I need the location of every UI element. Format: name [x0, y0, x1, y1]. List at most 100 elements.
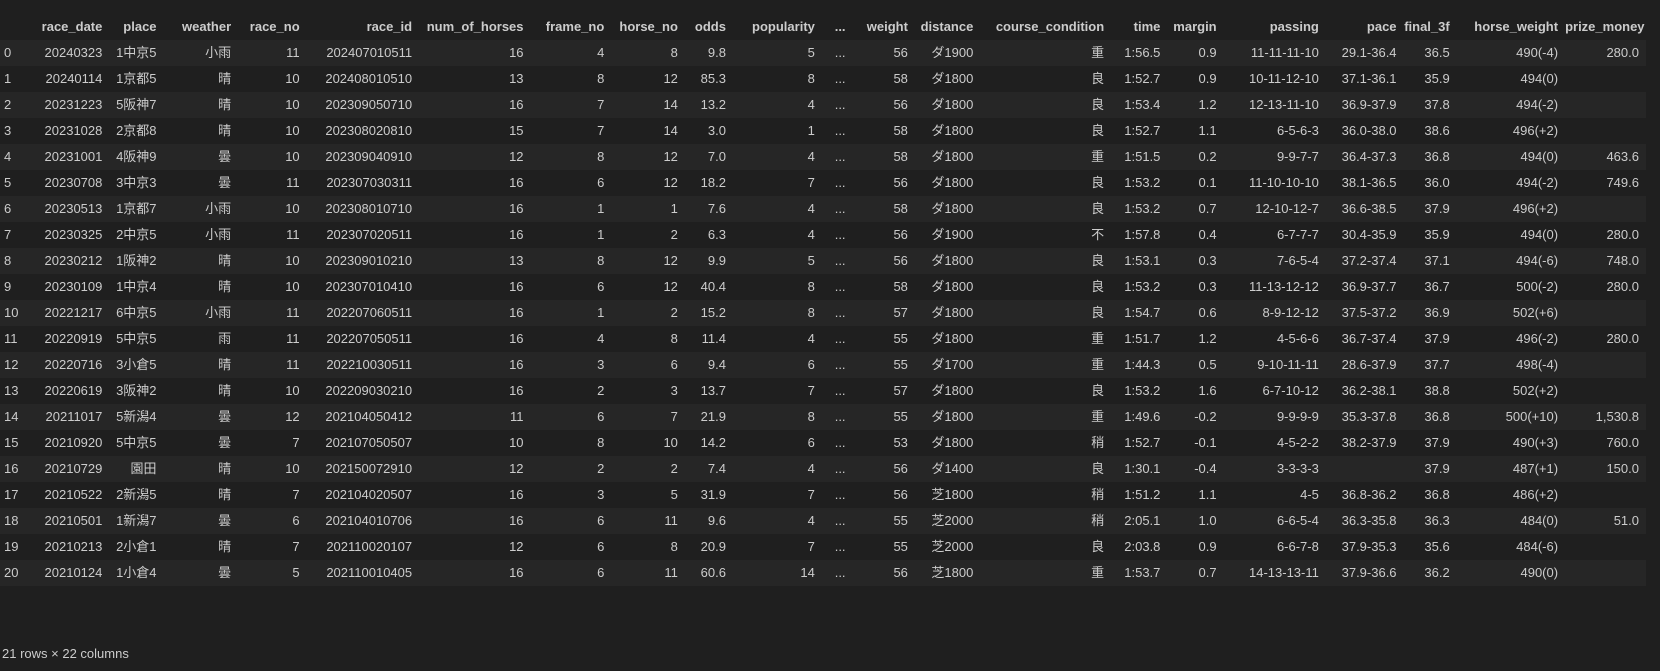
table-cell: ...	[834, 487, 846, 502]
table-cell: 0.7	[1198, 565, 1217, 580]
table-cell	[1326, 456, 1404, 482]
table-cell: 280.0	[1606, 227, 1639, 242]
table-cell: 11	[286, 227, 300, 242]
table-cell: 35.9	[1424, 71, 1450, 86]
table-cell: ...	[834, 357, 846, 372]
table-cell: 20240114	[45, 71, 103, 86]
table-cell: 良	[1091, 123, 1105, 138]
table-row: 17 20210522 2新潟5 晴 7 202104020507 16 3 5 31.9 7...…	[0, 482, 1646, 508]
table-cell: 12-13-11-10	[1248, 97, 1319, 112]
table-cell: ...	[834, 149, 846, 164]
table-cell: 1:53.2	[1124, 383, 1161, 398]
table-cell: 8-9-12-12	[1262, 305, 1319, 320]
table-cell: 6	[597, 175, 605, 190]
table-cell: 16	[509, 357, 524, 372]
row-index: 14	[4, 409, 19, 424]
table-cell: ...	[834, 565, 846, 580]
table-cell: ...	[834, 435, 846, 450]
row-index: 3	[4, 123, 12, 138]
table-cell: 1:52.7	[1124, 123, 1161, 138]
table-cell: 20230325	[44, 227, 103, 242]
table-cell: 6中京5	[116, 305, 157, 320]
table-cell: 494(0)	[1520, 149, 1559, 164]
table-cell: 8	[597, 149, 605, 164]
table-cell: 1.0	[1198, 513, 1217, 528]
table-cell: 58	[893, 71, 908, 86]
table-cell: 重	[1091, 331, 1105, 346]
table-cell: 3	[670, 383, 678, 398]
column-header: frame_no	[545, 19, 605, 34]
table-cell: ダ1800	[931, 435, 974, 450]
table-cell: 4	[597, 331, 605, 346]
table-cell: 6	[597, 539, 605, 554]
table-cell: 3	[597, 357, 605, 372]
table-cell: 760.0	[1606, 435, 1639, 450]
table-cell: ダ1800	[931, 97, 974, 112]
table-cell: 16	[509, 201, 524, 216]
table-cell: 16	[509, 175, 524, 190]
table-cell: 484(-6)	[1516, 539, 1559, 554]
table-row: 12 20220716 3小倉5 晴 11 202210030511 16 3 6 9.4 6...…	[0, 352, 1646, 378]
table-cell: 9-9-9-9	[1276, 409, 1319, 424]
table-cell: 37.9	[1424, 435, 1450, 450]
row-index: 11	[4, 331, 18, 346]
table-cell: 5	[292, 565, 300, 580]
table-cell: 13	[509, 253, 524, 268]
table-cell: 37.9	[1424, 331, 1450, 346]
table-cell: 1:56.5	[1124, 45, 1161, 60]
table-cell: 晴	[218, 279, 232, 294]
table-cell: 12	[285, 409, 300, 424]
table-cell: 14	[663, 123, 678, 138]
table-cell: 18.2	[700, 175, 726, 190]
table-cell: 4	[807, 149, 815, 164]
row-index: 15	[4, 435, 19, 450]
table-cell: 1京都5	[116, 71, 157, 86]
table-cell: 8	[807, 279, 815, 294]
column-header: pace	[1366, 19, 1397, 34]
table-cell: 202110020107	[326, 539, 413, 554]
dataframe-table: race_date place weather race_no race_id …	[0, 14, 1646, 586]
table-row: 20 20210124 1小倉4 曇 5 202110010405 16 6 11 60.6 14.…	[0, 560, 1646, 586]
table-cell: 5	[807, 45, 815, 60]
table-cell: 晴	[218, 97, 232, 112]
table-cell: 57	[893, 305, 908, 320]
table-row: 9 20230109 1中京4 晴 10 202307010410 16 6 12 40.4 8..…	[0, 274, 1646, 300]
table-row: 16 20210729 園田 晴 10 202150072910 12 2 2 7.4 4... 56…	[0, 456, 1646, 482]
table-cell: 1新潟7	[116, 513, 157, 528]
table-cell: 202309010210	[325, 253, 413, 268]
table-cell: 10	[285, 97, 300, 112]
table-cell: 12	[509, 539, 524, 554]
table-row: 10 20221217 6中京5 小雨 11 202207060511 16 1 2 15.2 8.…	[0, 300, 1646, 326]
table-cell: 1:54.7	[1124, 305, 1161, 320]
table-cell: 20221217	[44, 305, 103, 320]
table-cell: 4-5	[1300, 487, 1319, 502]
table-cell: 1:53.2	[1124, 279, 1161, 294]
table-cell: 20231001	[44, 149, 103, 164]
table-cell: -0.1	[1194, 435, 1217, 450]
table-cell: 4	[807, 201, 815, 216]
table-cell: 14.2	[700, 435, 726, 450]
table-cell: 良	[1091, 201, 1105, 216]
table-cell: 56	[893, 461, 908, 476]
table-cell: 良	[1091, 539, 1105, 554]
table-cell: 37.8	[1424, 97, 1450, 112]
table-cell: 20211017	[45, 409, 103, 424]
table-cell: 5新潟4	[116, 409, 157, 424]
table-cell: 10	[285, 123, 300, 138]
table-cell: 202309040910	[325, 149, 413, 164]
table-cell: 502(+2)	[1512, 383, 1559, 398]
table-cell: 36.2	[1424, 565, 1450, 580]
dataframe-output: race_date place weather race_no race_id …	[0, 0, 1660, 671]
table-cell: 496(-2)	[1516, 331, 1559, 346]
table-cell: 0.9	[1198, 71, 1217, 86]
table-cell: 490(-4)	[1516, 45, 1559, 60]
table-cell: 11.4	[701, 331, 726, 346]
table-cell: 5中京5	[116, 435, 157, 450]
table-cell: 20220919	[44, 331, 103, 346]
table-cell: 11-10-10-10	[1248, 175, 1319, 190]
table-cell: 55	[893, 539, 908, 554]
table-cell: 20210729	[44, 461, 103, 476]
table-cell: 55	[893, 513, 908, 528]
table-cell: 494(-2)	[1516, 175, 1559, 190]
table-cell: 6-5-6-3	[1276, 123, 1319, 138]
